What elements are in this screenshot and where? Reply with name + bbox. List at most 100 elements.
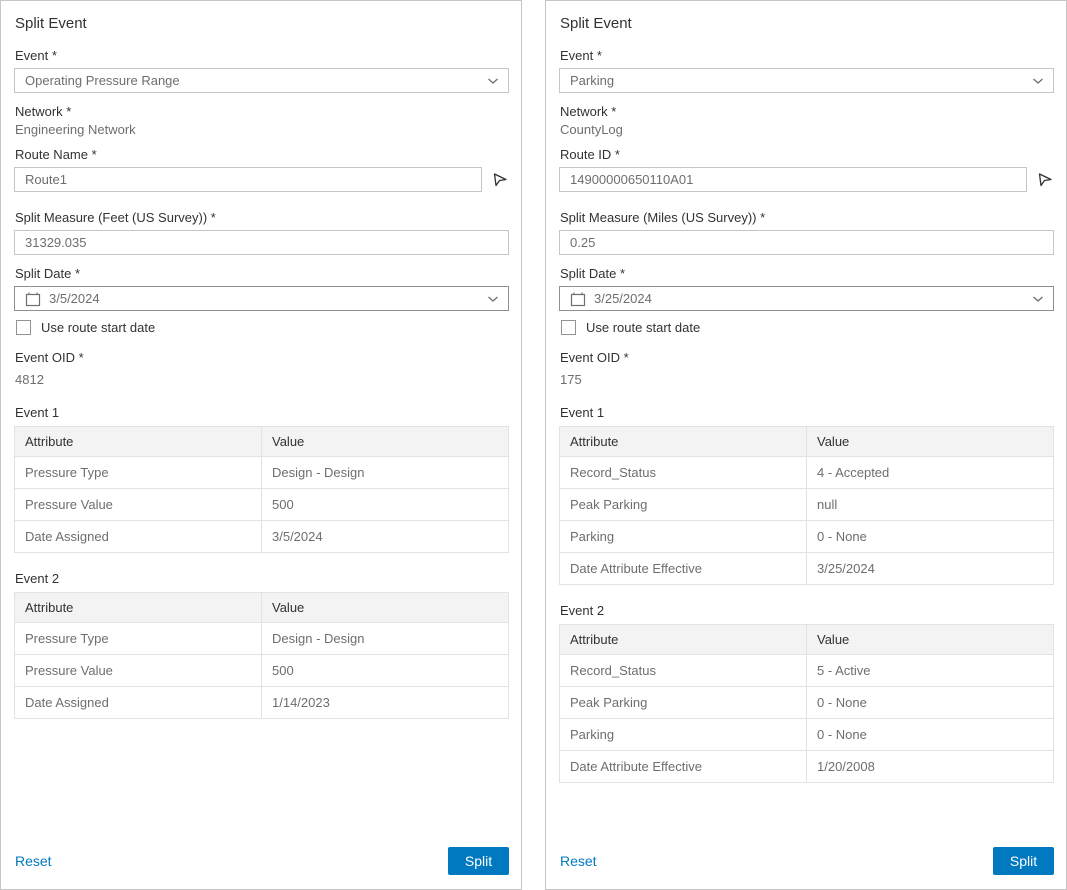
route-label: Route ID * (560, 147, 1054, 162)
split-measure-input[interactable] (559, 230, 1054, 255)
table-header-row: Attribute Value (560, 427, 1054, 457)
split-measure-label: Split Measure (Miles (US Survey)) * (560, 210, 1054, 225)
value-cell: 1/14/2023 (262, 687, 509, 719)
reset-link[interactable]: Reset (560, 853, 597, 869)
attribute-column-header: Attribute (560, 625, 807, 655)
split-date-value: 3/5/2024 (49, 291, 487, 306)
select-route-button[interactable] (491, 171, 509, 189)
attribute-cell: Date Attribute Effective (560, 751, 807, 783)
event-oid-label: Event OID * (15, 350, 509, 365)
split-button[interactable]: Split (993, 847, 1054, 875)
attribute-cell: Peak Parking (560, 489, 807, 521)
table-row: Pressure Value 500 (15, 655, 509, 687)
use-route-start-date-checkbox[interactable] (16, 320, 31, 335)
attribute-cell: Pressure Type (15, 623, 262, 655)
event-1-heading: Event 1 (560, 405, 1054, 420)
event-1-heading: Event 1 (15, 405, 509, 420)
event-2-heading: Event 2 (15, 571, 509, 586)
chevron-down-icon (1032, 77, 1044, 85)
table-row: Pressure Value 500 (15, 489, 509, 521)
route-label: Route Name * (15, 147, 509, 162)
pointer-icon (1037, 170, 1053, 190)
table-row: Peak Parking null (560, 489, 1054, 521)
event-select-value: Operating Pressure Range (25, 73, 487, 88)
reset-link[interactable]: Reset (15, 853, 52, 869)
value-column-header: Value (807, 427, 1054, 457)
page-title: Split Event (560, 15, 1054, 32)
value-cell: 500 (262, 489, 509, 521)
value-cell: 3/25/2024 (807, 553, 1054, 585)
event-2-heading: Event 2 (560, 603, 1054, 618)
split-date-label: Split Date * (560, 266, 1054, 281)
value-cell: 0 - None (807, 719, 1054, 751)
value-column-header: Value (262, 593, 509, 623)
chevron-down-icon (487, 77, 499, 85)
value-cell: 0 - None (807, 687, 1054, 719)
table-row: Date Attribute Effective 1/20/2008 (560, 751, 1054, 783)
chevron-down-icon (1032, 295, 1044, 303)
table-row: Record_Status 5 - Active (560, 655, 1054, 687)
split-date-value: 3/25/2024 (594, 291, 1032, 306)
table-row: Pressure Type Design - Design (15, 457, 509, 489)
event-2-table: Attribute Value Record_Status 5 - Active… (559, 624, 1054, 783)
value-column-header: Value (262, 427, 509, 457)
split-measure-input[interactable] (14, 230, 509, 255)
event-label: Event * (15, 48, 509, 63)
attribute-cell: Date Assigned (15, 521, 262, 553)
event-1-table: Attribute Value Record_Status 4 - Accept… (559, 426, 1054, 585)
value-cell: Design - Design (262, 457, 509, 489)
value-cell: Design - Design (262, 623, 509, 655)
event-select-value: Parking (570, 73, 1032, 88)
value-cell: 500 (262, 655, 509, 687)
split-date-picker[interactable]: 3/5/2024 (14, 286, 509, 311)
event-select[interactable]: Operating Pressure Range (14, 68, 509, 93)
attribute-column-header: Attribute (560, 427, 807, 457)
event-label: Event * (560, 48, 1054, 63)
attribute-column-header: Attribute (15, 593, 262, 623)
event-oid-value: 4812 (15, 372, 509, 387)
value-column-header: Value (807, 625, 1054, 655)
event-oid-label: Event OID * (560, 350, 1054, 365)
attribute-cell: Record_Status (560, 457, 807, 489)
attribute-cell: Pressure Value (15, 489, 262, 521)
attribute-cell: Parking (560, 521, 807, 553)
value-cell: null (807, 489, 1054, 521)
attribute-cell: Pressure Type (15, 457, 262, 489)
table-row: Parking 0 - None (560, 719, 1054, 751)
event-oid-value: 175 (560, 372, 1054, 387)
calendar-icon (25, 291, 41, 307)
value-cell: 5 - Active (807, 655, 1054, 687)
attribute-cell: Record_Status (560, 655, 807, 687)
network-label: Network * (15, 104, 509, 119)
pointer-icon (492, 170, 508, 190)
table-row: Pressure Type Design - Design (15, 623, 509, 655)
event-1-table: Attribute Value Pressure Type Design - D… (14, 426, 509, 553)
page-title: Split Event (15, 15, 509, 32)
use-route-start-date-label: Use route start date (41, 320, 155, 335)
select-route-button[interactable] (1036, 171, 1054, 189)
split-event-panel-right: Split Event Event * Parking Network * Co… (545, 0, 1067, 890)
route-input[interactable] (559, 167, 1027, 192)
attribute-cell: Parking (560, 719, 807, 751)
value-cell: 4 - Accepted (807, 457, 1054, 489)
attribute-cell: Date Attribute Effective (560, 553, 807, 585)
attribute-column-header: Attribute (15, 427, 262, 457)
table-row: Record_Status 4 - Accepted (560, 457, 1054, 489)
table-header-row: Attribute Value (15, 427, 509, 457)
route-input[interactable] (14, 167, 482, 192)
event-2-table: Attribute Value Pressure Type Design - D… (14, 592, 509, 719)
use-route-start-date-checkbox[interactable] (561, 320, 576, 335)
table-row: Date Assigned 1/14/2023 (15, 687, 509, 719)
network-value: CountyLog (560, 122, 1054, 137)
event-select[interactable]: Parking (559, 68, 1054, 93)
value-cell: 1/20/2008 (807, 751, 1054, 783)
split-button[interactable]: Split (448, 847, 509, 875)
split-measure-label: Split Measure (Feet (US Survey)) * (15, 210, 509, 225)
split-event-panels: Split Event Event * Operating Pressure R… (0, 0, 1067, 890)
table-header-row: Attribute Value (15, 593, 509, 623)
network-value: Engineering Network (15, 122, 509, 137)
chevron-down-icon (487, 295, 499, 303)
table-row: Peak Parking 0 - None (560, 687, 1054, 719)
split-date-picker[interactable]: 3/25/2024 (559, 286, 1054, 311)
attribute-cell: Pressure Value (15, 655, 262, 687)
